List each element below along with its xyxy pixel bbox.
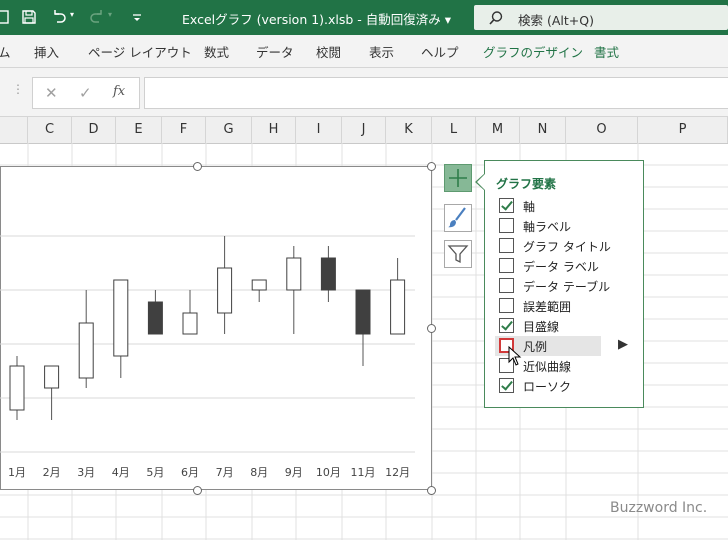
element-data-labels-label: データ ラベル	[523, 260, 599, 274]
search-box[interactable]: 検索 (Alt+Q)	[474, 5, 728, 30]
category-label: 6月	[181, 466, 199, 479]
category-label: 3月	[77, 466, 96, 479]
category-label: 9月	[284, 466, 303, 479]
search-icon	[489, 11, 503, 25]
element-up-down-bars[interactable]: ローソク	[495, 376, 643, 396]
candle-body-5	[147, 301, 163, 335]
candle-body-11	[355, 289, 371, 335]
chart-plot	[0, 235, 415, 453]
element-up-down-bars-label: ローソク	[523, 380, 572, 394]
flyout-title: グラフ要素	[496, 177, 557, 191]
element-trendline-label: 近似曲線	[523, 360, 572, 374]
element-axis-titles-label: 軸ラベル	[523, 220, 572, 234]
candle-body-1	[9, 365, 25, 411]
candle-body-3	[78, 322, 94, 379]
candle-body-12	[390, 279, 406, 335]
element-data-table-checkbox[interactable]	[499, 278, 514, 293]
resize-handle-right[interactable]	[427, 324, 436, 333]
candle-body-6	[182, 312, 198, 335]
candle-body-2	[44, 365, 60, 389]
category-label: 11月	[350, 466, 376, 479]
column-header-l[interactable]: L	[432, 117, 476, 143]
element-gridlines-checkbox[interactable]	[499, 318, 514, 333]
category-label: 1月	[8, 466, 26, 479]
element-chart-title[interactable]: グラフ タイトル	[495, 236, 643, 256]
category-label: 4月	[111, 466, 130, 479]
resize-handle-bottom-right[interactable]	[427, 486, 436, 495]
element-up-down-bars-checkbox[interactable]	[499, 378, 514, 393]
resize-handle-top[interactable]	[193, 162, 202, 171]
chart-styles-button[interactable]	[444, 204, 472, 232]
search-placeholder: 検索 (Alt+Q)	[518, 13, 594, 28]
flyout-pointer-inner	[477, 174, 485, 190]
element-chart-title-checkbox[interactable]	[499, 238, 514, 253]
column-header-n[interactable]: N	[520, 117, 566, 143]
element-error-bars-checkbox[interactable]	[499, 298, 514, 313]
candle-body-9	[286, 257, 302, 291]
category-label: 2月	[42, 466, 61, 479]
plus-icon	[449, 169, 467, 187]
element-data-labels-checkbox[interactable]	[499, 258, 514, 273]
category-label: 5月	[146, 466, 165, 479]
column-header-m[interactable]: M	[476, 117, 520, 143]
element-axes-label: 軸	[523, 200, 536, 214]
tab-format[interactable]: 書式	[594, 42, 619, 61]
resize-handle-top-right[interactable]	[427, 162, 436, 171]
chart-elements-flyout: グラフ要素 軸 軸ラベル グラフ タイトル データ ラベル データ テーブル 誤…	[484, 160, 644, 408]
element-data-labels[interactable]: データ ラベル	[495, 256, 643, 276]
category-label: 10月	[315, 466, 341, 479]
element-axes-checkbox[interactable]	[499, 198, 514, 213]
element-gridlines-label: 目盛線	[523, 320, 560, 334]
element-chart-title-label: グラフ タイトル	[523, 240, 611, 254]
filter-icon	[447, 245, 469, 264]
element-axis-titles[interactable]: 軸ラベル	[495, 216, 643, 236]
chart-filters-button[interactable]	[444, 240, 472, 268]
element-axis-titles-checkbox[interactable]	[499, 218, 514, 233]
chart-elements-button[interactable]	[444, 164, 472, 192]
element-legend-label: 凡例	[523, 340, 548, 354]
element-error-bars[interactable]: 誤差範囲	[495, 296, 643, 316]
element-data-table-label: データ テーブル	[523, 280, 611, 294]
element-axes[interactable]: 軸	[495, 196, 643, 216]
mouse-cursor-icon	[508, 346, 522, 366]
element-data-table[interactable]: データ テーブル	[495, 276, 643, 296]
element-error-bars-label: 誤差範囲	[523, 300, 572, 314]
watermark: Buzzword Inc.	[610, 500, 708, 516]
paintbrush-icon	[448, 207, 466, 228]
category-label: 12月	[385, 466, 411, 479]
candle-body-7	[217, 267, 233, 314]
column-header-p[interactable]: P	[638, 117, 728, 143]
column-header-o[interactable]: O	[566, 117, 638, 143]
resize-handle-bottom[interactable]	[193, 486, 202, 495]
legend-submenu-arrow-icon[interactable]: ▶	[618, 337, 628, 352]
candle-body-8	[251, 279, 267, 291]
candle-body-4	[113, 279, 129, 357]
category-label: 8月	[250, 466, 269, 479]
category-label: 7月	[215, 466, 234, 479]
candle-body-10	[320, 257, 336, 291]
tab-chart-design[interactable]: グラフのデザイン	[483, 42, 583, 61]
element-gridlines[interactable]: 目盛線	[495, 316, 643, 336]
